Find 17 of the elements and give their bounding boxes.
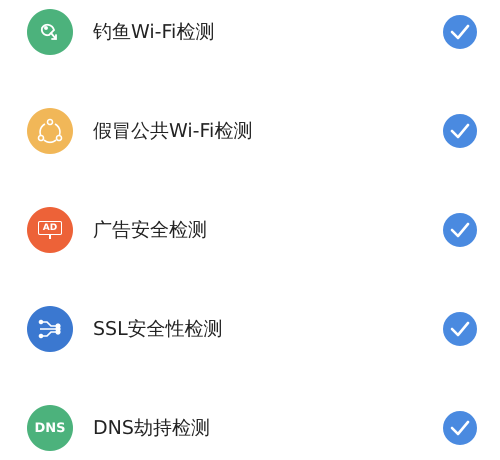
checkmark-toggle[interactable] — [443, 411, 477, 445]
check-icon — [450, 123, 470, 139]
check-icon — [450, 420, 470, 436]
dns-icon: DNS — [27, 405, 73, 451]
check-icon — [450, 321, 470, 337]
item-label: SSL安全性检测 — [93, 317, 224, 342]
checkmark-toggle[interactable] — [443, 15, 477, 49]
item-label: DNS劫持检测 — [93, 416, 211, 441]
item-label: 钓鱼Wi-Fi检测 — [93, 20, 216, 45]
item-label: 广告安全检测 — [93, 218, 208, 243]
item-label: 假冒公共Wi-Fi检测 — [93, 119, 254, 144]
checkmark-toggle[interactable] — [443, 114, 477, 148]
check-icon — [450, 24, 470, 40]
checkmark-toggle[interactable] — [443, 213, 477, 247]
check-icon — [450, 222, 470, 238]
checkmark-toggle[interactable] — [443, 312, 477, 346]
ad-icon: AD — [27, 207, 73, 253]
